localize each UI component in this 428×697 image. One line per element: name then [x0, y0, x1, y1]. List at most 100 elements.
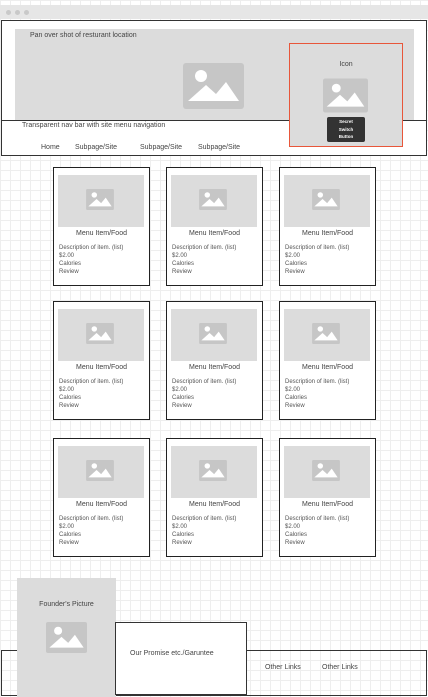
menu-card[interactable]: Menu Item/Food Description of item. (list…: [53, 167, 150, 286]
menu-card[interactable]: Menu Item/Food Description of item. (list…: [279, 438, 376, 557]
menu-item-details: Description of item. (list) $2.00 Calories…: [59, 378, 123, 410]
menu-item-calories: Calories: [59, 395, 82, 401]
menu-item-price: $2.00: [285, 253, 301, 259]
menu-card[interactable]: Menu Item/Food Description of item. (list…: [53, 301, 150, 420]
menu-item-image: [284, 309, 370, 361]
menu-item-details: Description of item. (list) $2.00 Calories…: [172, 378, 236, 410]
menu-card[interactable]: Menu Item/Food Description of item. (list…: [166, 438, 263, 557]
menu-item-calories: Calories: [172, 261, 195, 267]
menu-card[interactable]: Menu Item/Food Description of item. (list…: [166, 167, 263, 286]
menu-item-image: [171, 175, 257, 227]
menu-item-review[interactable]: Review: [172, 402, 236, 410]
image-placeholder-icon: [46, 622, 87, 653]
footer-link[interactable]: Other Links: [322, 664, 358, 671]
menu-item-details: Description of item. (list) $2.00 Calories…: [172, 244, 236, 276]
promise-caption: Our Promise etc./Garuntee: [130, 650, 214, 657]
menu-item-calories: Calories: [285, 395, 308, 401]
menu-item-calories: Calories: [59, 261, 82, 267]
menu-item-details: Description of item. (list) $2.00 Calories…: [285, 244, 349, 276]
image-placeholder-icon: [183, 63, 244, 109]
image-placeholder-icon: [199, 323, 227, 344]
nav-item-subpage[interactable]: Subpage/Site: [198, 144, 240, 151]
hero-caption: Pan over shot of resturant location: [30, 32, 137, 39]
menu-item-price: $2.00: [285, 524, 301, 530]
menu-item-description: Description of item. (list): [59, 516, 124, 522]
menu-item-title: Menu Item/Food: [189, 501, 240, 508]
image-placeholder-icon: [86, 323, 114, 344]
image-placeholder-icon: [312, 323, 340, 344]
menu-item-review[interactable]: Review: [172, 268, 236, 276]
founder-caption: Founder's Picture: [39, 601, 94, 608]
image-placeholder-icon: [199, 460, 227, 481]
menu-item-calories: Calories: [59, 532, 82, 538]
menu-item-review[interactable]: Review: [59, 402, 123, 410]
menu-item-price: $2.00: [172, 387, 188, 393]
menu-item-review[interactable]: Review: [285, 539, 349, 547]
menu-item-details: Description of item. (list) $2.00 Calories…: [285, 515, 349, 547]
menu-item-price: $2.00: [172, 253, 188, 259]
footer-link[interactable]: Other Links: [265, 664, 301, 671]
menu-card[interactable]: Menu Item/Food Description of item. (list…: [279, 167, 376, 286]
menu-item-review[interactable]: Review: [59, 539, 123, 547]
menu-item-calories: Calories: [172, 532, 195, 538]
menu-item-price: $2.00: [172, 524, 188, 530]
image-placeholder-icon: [312, 189, 340, 210]
image-placeholder-icon: [323, 78, 368, 113]
menu-item-title: Menu Item/Food: [76, 501, 127, 508]
menu-item-title: Menu Item/Food: [76, 364, 127, 371]
menu-item-description: Description of item. (list): [285, 516, 350, 522]
menu-item-image: [284, 446, 370, 498]
image-placeholder-icon: [312, 460, 340, 481]
menu-item-description: Description of item. (list): [172, 379, 237, 385]
menu-card[interactable]: Menu Item/Food Description of item. (list…: [166, 301, 263, 420]
window-dot-icon: [6, 10, 11, 15]
secret-switch-button[interactable]: Secret Switch Button: [327, 117, 365, 142]
menu-item-description: Description of item. (list): [285, 245, 350, 251]
menu-item-price: $2.00: [285, 387, 301, 393]
menu-item-image: [58, 446, 144, 498]
promise-box: Our Promise etc./Garuntee: [115, 622, 247, 695]
icon-panel: Icon Secret Switch Button: [289, 43, 403, 147]
menu-item-title: Menu Item/Food: [76, 230, 127, 237]
menu-item-review[interactable]: Review: [285, 268, 349, 276]
secret-switch-button-label: Secret: [339, 119, 353, 124]
menu-item-title: Menu Item/Food: [302, 501, 353, 508]
window-titlebar: [0, 5, 428, 19]
founder-picture: Founder's Picture: [17, 578, 116, 697]
menu-item-review[interactable]: Review: [59, 268, 123, 276]
menu-item-price: $2.00: [59, 524, 75, 530]
menu-item-description: Description of item. (list): [285, 379, 350, 385]
menu-item-details: Description of item. (list) $2.00 Calories…: [285, 378, 349, 410]
nav-item-subpage[interactable]: Subpage/Site: [140, 144, 182, 151]
menu-item-calories: Calories: [172, 395, 195, 401]
secret-switch-button-label: Button: [338, 134, 354, 139]
menu-item-description: Description of item. (list): [59, 379, 124, 385]
menu-item-title: Menu Item/Food: [189, 230, 240, 237]
menu-card[interactable]: Menu Item/Food Description of item. (list…: [53, 438, 150, 557]
nav-item-subpage[interactable]: Subpage/Site: [75, 144, 117, 151]
menu-item-description: Description of item. (list): [172, 516, 237, 522]
menu-item-price: $2.00: [59, 253, 75, 259]
menu-item-image: [58, 175, 144, 227]
menu-card[interactable]: Menu Item/Food Description of item. (list…: [279, 301, 376, 420]
menu-item-review[interactable]: Review: [172, 539, 236, 547]
menu-item-title: Menu Item/Food: [189, 364, 240, 371]
icon-panel-label: Icon: [339, 61, 353, 68]
window-dot-icon: [15, 10, 20, 15]
secret-switch-button-label: Switch: [338, 126, 354, 132]
menu-item-title: Menu Item/Food: [302, 230, 353, 237]
menu-item-title: Menu Item/Food: [302, 364, 353, 371]
menu-item-image: [171, 309, 257, 361]
image-placeholder-icon: [86, 460, 114, 481]
menu-item-image: [171, 446, 257, 498]
menu-item-calories: Calories: [285, 261, 308, 267]
menu-item-image: [58, 309, 144, 361]
menu-item-details: Description of item. (list) $2.00 Calories…: [59, 515, 123, 547]
menu-item-review[interactable]: Review: [285, 402, 349, 410]
menu-item-description: Description of item. (list): [172, 245, 237, 251]
menu-item-details: Description of item. (list) $2.00 Calories…: [172, 515, 236, 547]
menu-item-image: [284, 175, 370, 227]
menu-item-details: Description of item. (list) $2.00 Calories…: [59, 244, 123, 276]
nav-item-home[interactable]: Home: [41, 144, 60, 151]
nav-caption: Transparent nav bar with site menu navig…: [22, 122, 166, 129]
